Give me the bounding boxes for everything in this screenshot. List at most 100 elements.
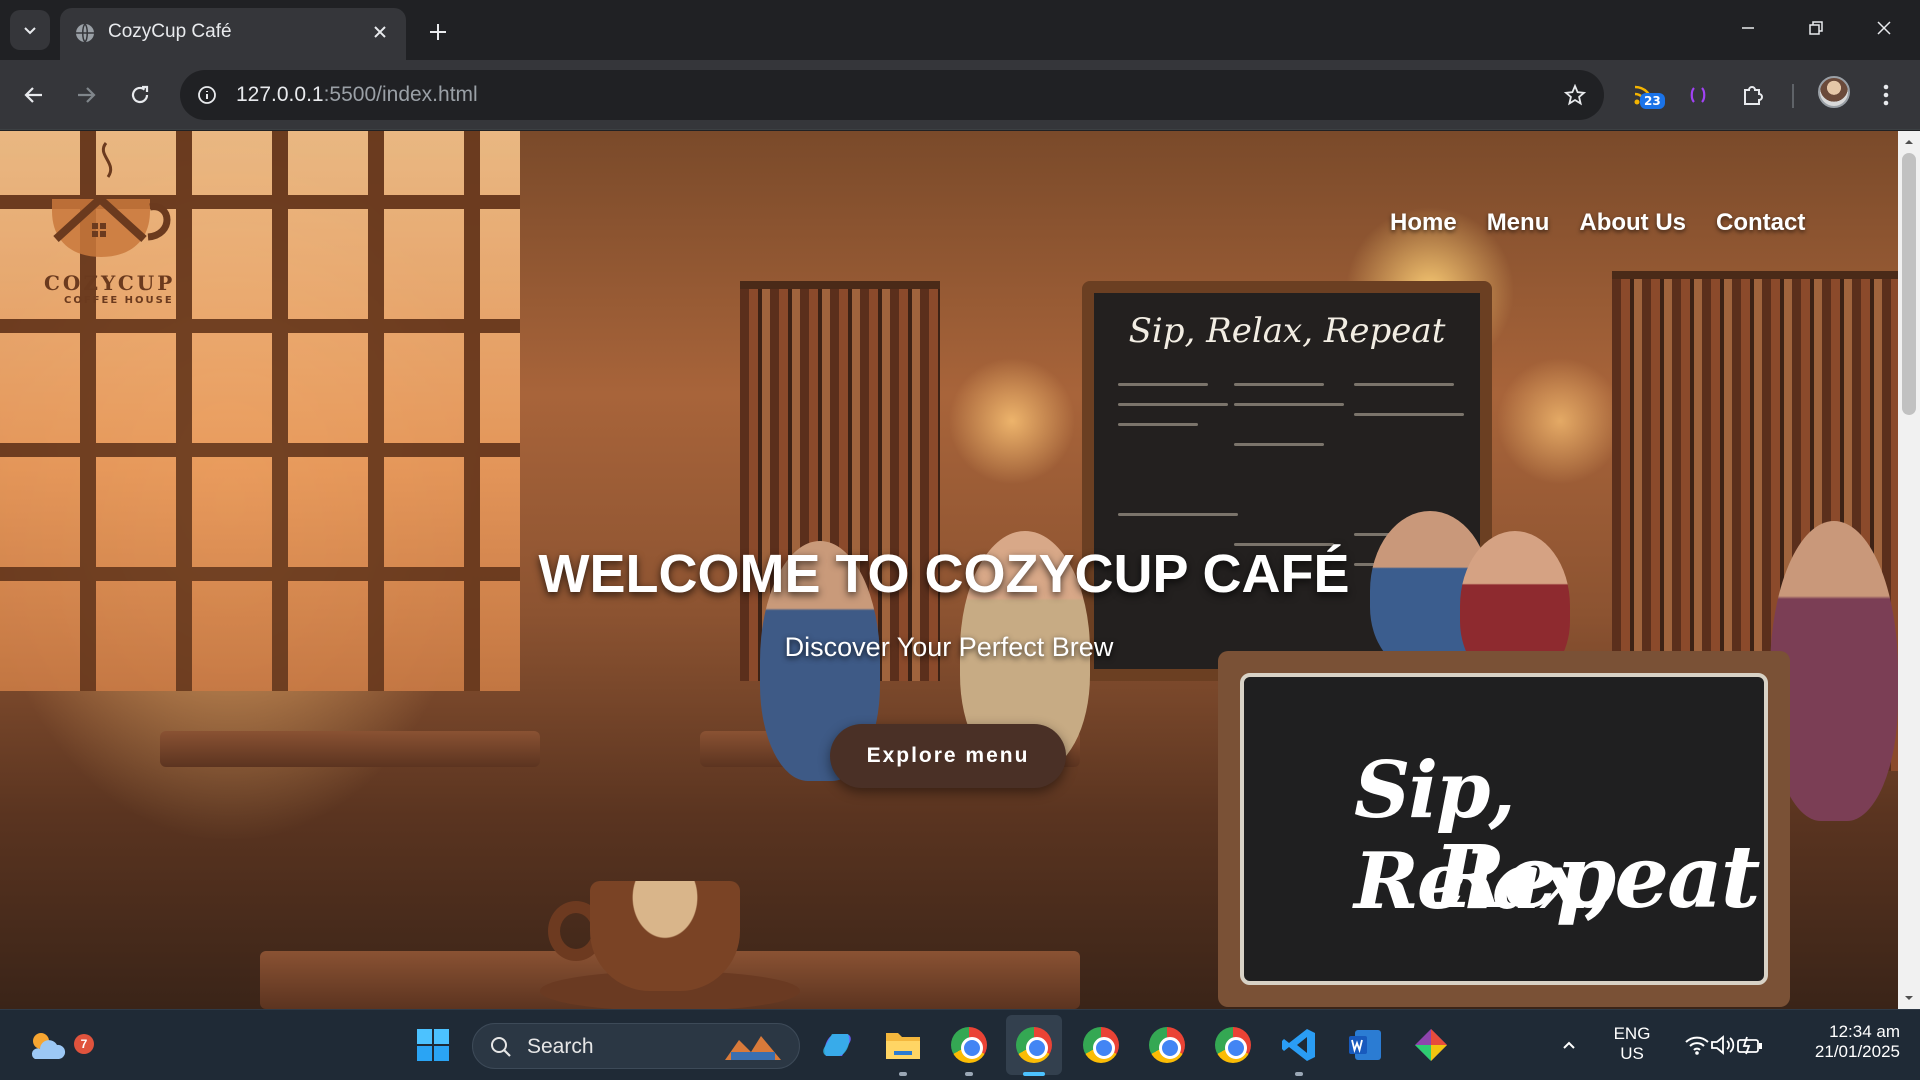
more-vertical-icon [1883, 84, 1889, 106]
search-icon [491, 1037, 511, 1057]
weather-cloud-icon [31, 1033, 66, 1059]
star-icon [1564, 84, 1586, 106]
language-region: US [1620, 1044, 1644, 1063]
chrome-icon [1149, 1027, 1185, 1063]
web-page: Sip, Relax, Repeat Sip, Relax, Repeat CO… [0, 131, 1898, 1009]
language-indicator[interactable]: ENG US [1604, 1024, 1660, 1064]
copilot-icon [823, 1034, 851, 1056]
profile-avatar[interactable] [1818, 76, 1850, 108]
logo-wordmark: COZYCUP [44, 271, 176, 295]
weather-widget[interactable]: 7 [26, 1024, 94, 1066]
chevron-down-icon [24, 27, 36, 35]
show-hidden-icons-button[interactable] [1554, 1024, 1584, 1066]
nav-contact[interactable]: Contact [1716, 209, 1805, 237]
taskbar-file-explorer[interactable] [882, 1024, 924, 1066]
close-icon [1877, 21, 1891, 35]
clock[interactable]: 12:34 am 21/01/2025 [1784, 1022, 1900, 1062]
clock-time: 12:34 am [1829, 1022, 1900, 1041]
quick-settings[interactable] [1672, 1024, 1776, 1066]
browser-menu-button[interactable] [1866, 75, 1906, 115]
scrollbar-thumb[interactable] [1902, 153, 1916, 415]
tab-search-button[interactable] [10, 10, 50, 50]
windows-icon [417, 1029, 449, 1061]
taskbar-chrome-3[interactable] [1080, 1024, 1122, 1066]
taskbar-search[interactable]: Search [472, 1023, 800, 1069]
sign-artwork: Sip, Relax, Repeat [1218, 651, 1790, 1007]
close-icon [374, 26, 386, 38]
close-window-button[interactable] [1856, 8, 1912, 48]
taskbar-chrome-2[interactable] [1013, 1024, 1055, 1066]
running-indicator [965, 1072, 973, 1076]
language-code: ENG [1613, 1024, 1651, 1043]
active-tab[interactable]: CozyCup Café [60, 8, 406, 60]
word-icon [1349, 1030, 1381, 1060]
running-indicator [1295, 1072, 1303, 1076]
restore-icon [1809, 21, 1823, 35]
chrome-icon [1215, 1027, 1251, 1063]
volume-icon [1711, 1035, 1735, 1055]
extension-badge: 23 [1640, 93, 1665, 109]
reload-button[interactable] [120, 75, 160, 115]
nav-about-us[interactable]: About Us [1579, 209, 1686, 237]
new-tab-button[interactable] [420, 14, 456, 50]
site-info-button[interactable] [192, 80, 222, 110]
logo-subtitle: COFFEE HOUSE [64, 295, 174, 306]
coffee-cup-artwork [590, 881, 740, 991]
extensions-button[interactable] [1732, 75, 1772, 115]
brackets-icon [1690, 87, 1706, 103]
tab-title: CozyCup Café [108, 21, 232, 42]
vscode-icon [1282, 1029, 1315, 1061]
scroll-down-icon[interactable] [1903, 992, 1915, 1004]
chevron-up-icon [1563, 1041, 1575, 1049]
puzzle-icon [1744, 86, 1763, 105]
restore-button[interactable] [1788, 8, 1844, 48]
taskbar-copilot[interactable] [816, 1024, 858, 1066]
clock-date: 21/01/2025 [1814, 1042, 1900, 1061]
taskbar-vscode[interactable] [1278, 1024, 1320, 1066]
sign-board: Sip, Relax, Repeat [1240, 673, 1768, 985]
bookmark-button[interactable] [1560, 80, 1590, 110]
arrow-left-icon [24, 87, 42, 103]
chalkboard-title: Sip, Relax, Repeat [1128, 311, 1446, 351]
minimize-button[interactable] [1720, 8, 1776, 48]
arrow-right-icon [78, 87, 96, 103]
start-button[interactable] [412, 1024, 454, 1066]
url-path: :5500/index.html [323, 83, 478, 106]
main-nav: Home Menu About Us Contact [1390, 209, 1805, 237]
address-bar[interactable]: 127.0.0.1:5500/index.html [180, 70, 1604, 120]
extension-rss-button[interactable]: 23 [1624, 75, 1665, 115]
nav-menu[interactable]: Menu [1487, 209, 1550, 237]
extension-brackets-button[interactable] [1678, 75, 1718, 115]
battery-icon [1737, 1036, 1762, 1055]
hero-subtitle: Discover Your Perfect Brew [784, 632, 1114, 662]
nav-home[interactable]: Home [1390, 209, 1457, 237]
globe-icon [76, 23, 94, 43]
hero-title: WELCOME TO COZYCUP CAFÉ [0, 543, 1898, 605]
toolbar-divider [1792, 84, 1794, 108]
wifi-icon [1685, 1036, 1709, 1055]
browser-toolbar: 127.0.0.1:5500/index.html 23 [0, 60, 1920, 130]
chrome-icon [1016, 1027, 1052, 1063]
chrome-icon [1083, 1027, 1119, 1063]
tab-close-button[interactable] [366, 18, 394, 46]
explore-menu-button[interactable]: Explore menu [830, 724, 1066, 788]
taskbar-chrome-1[interactable] [948, 1024, 990, 1066]
scroll-up-icon[interactable] [1903, 136, 1915, 148]
url-host: 127.0.0.1 [236, 83, 324, 106]
taskbar-chrome-4[interactable] [1146, 1024, 1188, 1066]
active-indicator [1023, 1072, 1045, 1076]
search-label: Search [527, 1035, 594, 1058]
tab-strip: CozyCup Café [0, 0, 1920, 60]
taskbar-chrome-5[interactable] [1212, 1024, 1254, 1066]
cafe-logo-icon [52, 142, 171, 257]
page-scrollbar[interactable] [1898, 131, 1920, 1009]
sign-text-line2: Repeat [1434, 827, 1760, 928]
info-icon [198, 86, 216, 104]
taskbar-word[interactable] [1344, 1024, 1386, 1066]
taskbar-app[interactable] [1410, 1024, 1452, 1066]
table-artwork [160, 731, 540, 767]
back-button[interactable] [14, 75, 54, 115]
forward-button[interactable] [66, 75, 106, 115]
url-text: 127.0.0.1:5500/index.html [236, 83, 478, 107]
minimize-icon [1742, 27, 1754, 29]
